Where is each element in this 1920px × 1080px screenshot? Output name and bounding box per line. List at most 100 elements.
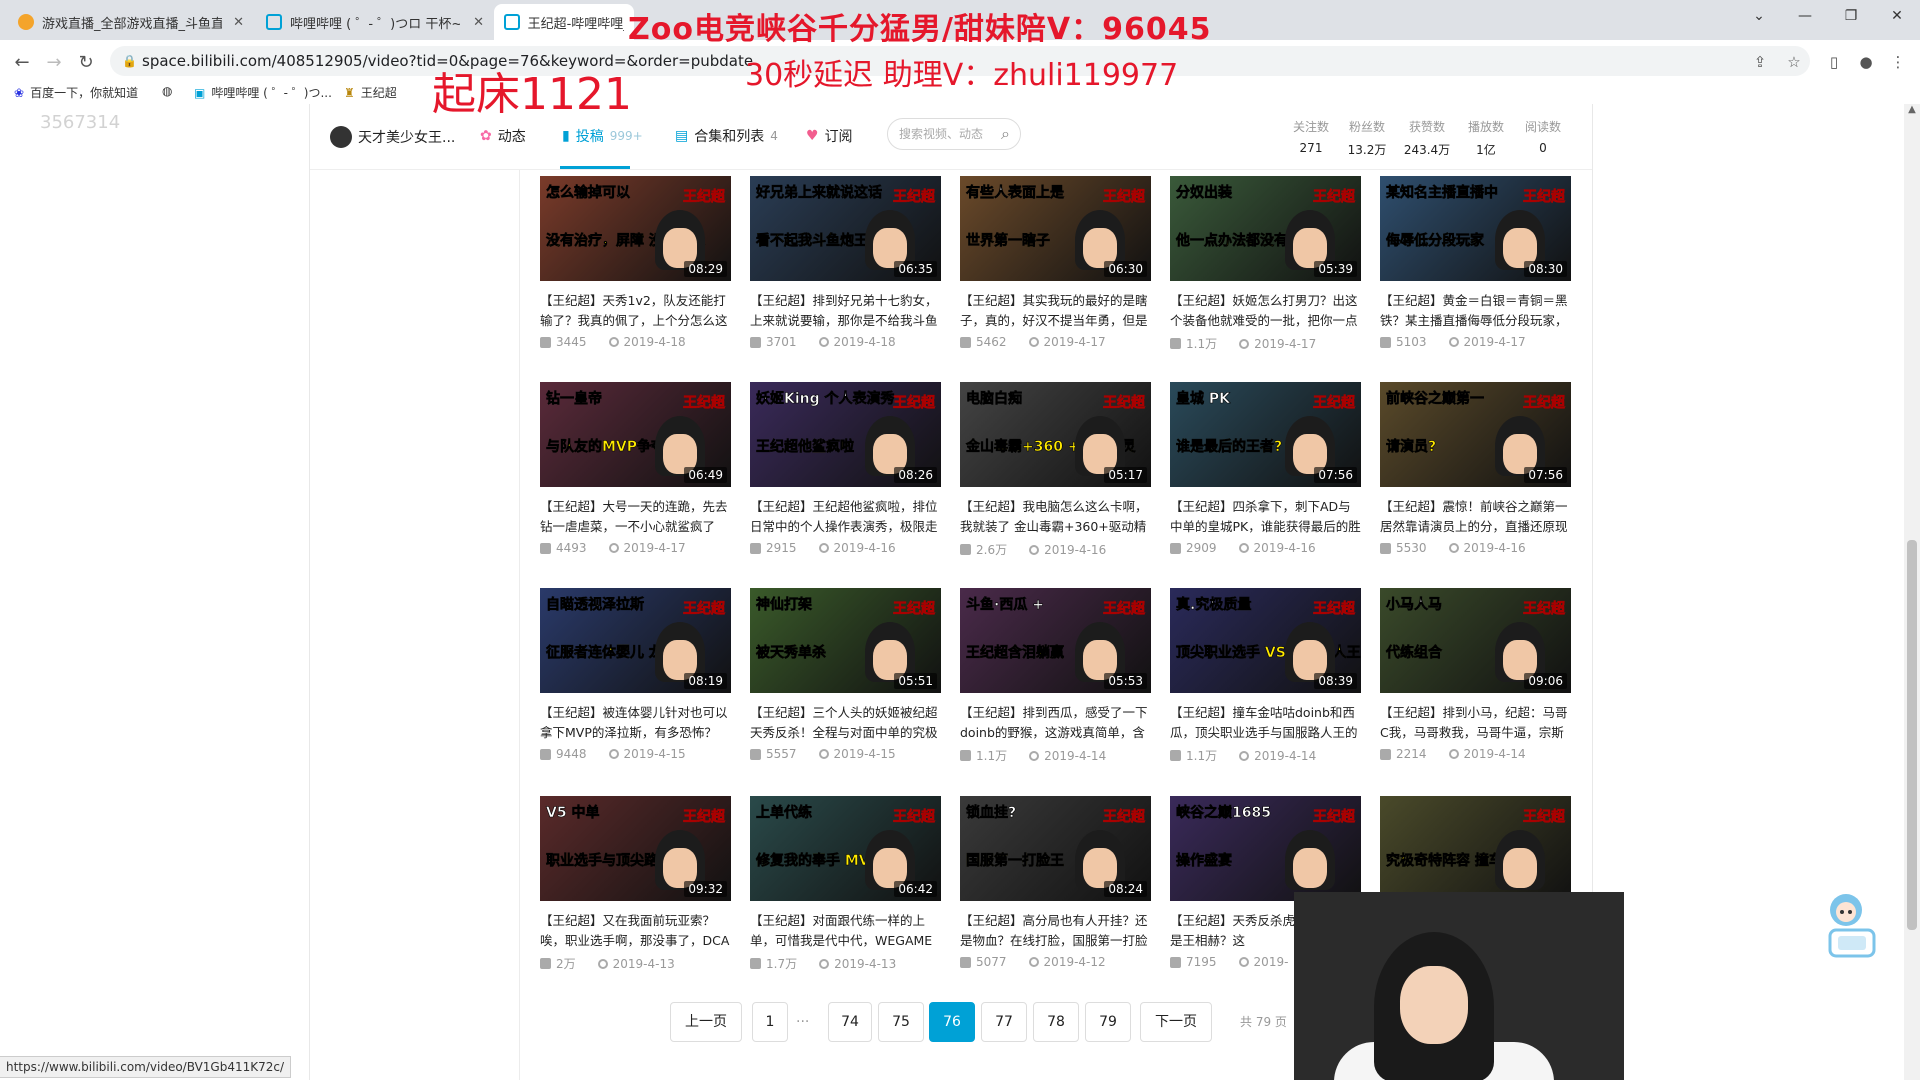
video-card[interactable]: 前峡谷之巅第一 请演员? 王纪超 07:56 【王纪超】震惊！前峡谷之巅第一居然… [1380,382,1571,555]
video-card[interactable]: 小马人马 代练组合 王纪超 09:06 【王纪超】排到小马，纪超：马哥C我，马哥… [1380,588,1571,761]
video-thumbnail[interactable]: 锁血挂? 国服第一打脸王 王纪超 08:24 [960,796,1151,901]
browser-tab-1[interactable]: 游戏直播_全部游戏直播_斗鱼直播 ✕ [8,4,254,40]
page-75-button[interactable]: 75 [878,1002,924,1042]
thumbnail-tag: 王纪超 [893,189,936,206]
video-thumbnail[interactable]: 小马人马 代练组合 王纪超 09:06 [1380,588,1571,693]
video-card[interactable]: 怎么输掉可以 没有治疗，屏障 没有秒表 王纪超 08:29 【王纪超】天秀1v2… [540,176,731,349]
stat-fans[interactable]: 粉丝数 13.2万 [1343,118,1391,158]
video-title[interactable]: 【王纪超】大号一天的连跪，先去钻一虐虐菜，一不小心就鲨疯了 [540,497,731,537]
reload-icon[interactable]: ↻ [72,48,100,76]
page-1-button[interactable]: 1 [752,1002,788,1042]
tab-list-chevron-icon[interactable]: ⌄ [1736,0,1782,32]
video-title[interactable]: 【王纪超】其实我玩的最好的是瞎子，真的，好汉不提当年勇，但是 [960,291,1151,331]
video-thumbnail[interactable]: 自瞄透视泽拉斯 征服者连体婴儿 龙王 王纪超 08:19 [540,588,731,693]
video-thumbnail[interactable]: 怎么输掉可以 没有治疗，屏障 没有秒表 王纪超 08:29 [540,176,731,281]
video-thumbnail[interactable]: 妖姬King 个人表演秀 王纪超他鲨疯啦 王纪超 08:26 [750,382,941,487]
video-thumbnail[interactable]: 某知名主播直播中 侮辱低分段玩家 王纪超 08:30 [1380,176,1571,281]
minimize-button[interactable]: — [1782,0,1828,32]
scrollbar-thumb[interactable] [1907,540,1917,930]
bookmark-bilibili[interactable]: ▣ 哔哩哔哩 ( ゜- ゜)つ... [194,84,332,101]
page-79-button[interactable]: 79 [1085,1002,1131,1042]
video-title[interactable]: 【王纪超】三个人头的妖姬被纪超天秀反杀！全程与对面中单的究极 [750,703,941,743]
page-77-button[interactable]: 77 [981,1002,1027,1042]
tab-close-icon[interactable]: ✕ [473,15,484,30]
video-title[interactable]: 【王纪超】震惊！前峡谷之巅第一居然靠请演员上的分，直播还原现 [1380,497,1571,537]
video-title[interactable]: 【王纪超】妖姬怎么打男刀？出这个装备他就难受的一批，把你一点 [1170,291,1361,331]
page-74-button[interactable]: 74 [828,1002,872,1042]
video-thumbnail[interactable]: 好兄弟上来就说这话 看不起我斗鱼炮王？ 王纪超 06:35 [750,176,941,281]
video-title[interactable]: 【王纪超】被连体婴儿针对也可以拿下MVP的泽拉斯，有多恐怖？ [540,703,731,743]
video-thumbnail[interactable]: 有些人表面上是 世界第一瞎子 王纪超 06:30 [960,176,1151,281]
video-thumbnail[interactable]: 分奴出装 他一点办法都没有 王纪超 05:39 [1170,176,1361,281]
scroll-up-arrow-icon[interactable]: ▲ [1905,104,1919,118]
next-page-button[interactable]: 下一页 [1140,1002,1212,1042]
browser-tab-2[interactable]: 哔哩哔哩 ( ゜- ゜)つロ 干杯~-bili ✕ [256,4,494,40]
video-title[interactable]: 【王纪超】又在我面前玩亚索？唉，职业选手啊，那没事了，DCA [540,911,731,951]
video-card[interactable]: 某知名主播直播中 侮辱低分段玩家 王纪超 08:30 【王纪超】黄金＝白银＝青铜… [1380,176,1571,349]
video-thumbnail[interactable]: 斗鱼·西瓜 + 王纪超含泪躺赢 王纪超 05:53 [960,588,1151,693]
menu-dots-icon[interactable]: ⋮ [1884,48,1912,76]
video-title[interactable]: 【王纪超】王纪超他鲨疯啦，排位日常中的个人操作表演秀，极限走 [750,497,941,537]
video-card[interactable]: 真.究极质量 顶尖职业选手 VS 国服路人王 王纪超 08:39 【王纪超】撞车… [1170,588,1361,764]
video-thumbnail[interactable]: 皇城 PK 谁是最后的王者? 王纪超 07:56 [1170,382,1361,487]
video-title[interactable]: 【王纪超】四杀拿下，刺下AD与中单的皇城PK，谁能获得最后的胜 [1170,497,1361,537]
stat-following[interactable]: 关注数 271 [1287,118,1335,155]
nav-tab-collections[interactable]: ▤ 合集和列表 4 [675,126,778,146]
nav-tab-dynamic[interactable]: ✿ 动态 [480,126,526,146]
video-thumbnail[interactable]: 究极奇特阵容 撞车古手羽 王纪超 [1380,796,1571,901]
video-title[interactable]: 【王纪超】黄金＝白银＝青铜＝黑铁？某主播直播侮辱低分段玩家， [1380,291,1571,331]
bookmark-star-icon[interactable]: ☆ [1780,48,1808,76]
video-card[interactable]: 分奴出装 他一点办法都没有 王纪超 05:39 【王纪超】妖姬怎么打男刀？出这个… [1170,176,1361,352]
thumbnail-tag: 王纪超 [1313,395,1356,412]
bookmark-wangjichao[interactable]: ♜ 王纪超 [344,84,397,101]
video-title[interactable]: 【王纪超】天秀1v2，队友还能打输了？我真的佩了，上个分怎么这么 [540,291,731,331]
back-arrow-icon[interactable]: ← [8,48,36,76]
video-title[interactable]: 【王纪超】我电脑怎么这么卡啊，我就装了 金山毒霸+360+驱动精灵 [960,497,1151,537]
bookmark-globe[interactable]: ◍ [162,84,172,98]
video-title[interactable]: 【王纪超】高分局也有人开挂？还是物血？在线打脸，国服第一打脸 [960,911,1151,951]
forward-arrow-icon[interactable]: → [40,48,68,76]
sidebar-icon[interactable]: ▯ [1820,48,1848,76]
video-card[interactable]: 有些人表面上是 世界第一瞎子 王纪超 06:30 【王纪超】其实我玩的最好的是瞎… [960,176,1151,349]
video-card[interactable]: 神仙打架 被天秀单杀 王纪超 05:51 【王纪超】三个人头的妖姬被纪超天秀反杀… [750,588,941,761]
nav-tab-subscribe[interactable]: ♥ 订阅 [806,126,853,146]
video-thumbnail[interactable]: 前峡谷之巅第一 请演员? 王纪超 07:56 [1380,382,1571,487]
video-card[interactable]: V5 中单 职业选手与顶尖路人 王纪超 09:32 【王纪超】又在我面前玩亚索？… [540,796,731,972]
browser-tab-3[interactable]: 王纪超-哔哩哔哩_Bi [494,4,634,40]
video-card[interactable]: 好兄弟上来就说这话 看不起我斗鱼炮王？ 王纪超 06:35 【王纪超】排到好兄弟… [750,176,941,349]
video-card[interactable]: 皇城 PK 谁是最后的王者? 王纪超 07:56 【王纪超】四杀拿下，刺下AD与… [1170,382,1361,555]
video-thumbnail[interactable]: 真.究极质量 顶尖职业选手 VS 国服路人王 王纪超 08:39 [1170,588,1361,693]
nav-tab-uploads[interactable]: ▮ 投稿 999+ [562,126,643,146]
video-title[interactable]: 【王纪超】撞车金咕咕doinb和西瓜，顶尖职业选手与国服路人王的 [1170,703,1361,743]
video-thumbnail[interactable]: 神仙打架 被天秀单杀 王纪超 05:51 [750,588,941,693]
video-card[interactable]: 斗鱼·西瓜 + 王纪超含泪躺赢 王纪超 05:53 【王纪超】排到西瓜，感受了一… [960,588,1151,764]
video-card[interactable]: 妖姬King 个人表演秀 王纪超他鲨疯啦 王纪超 08:26 【王纪超】王纪超他… [750,382,941,555]
nav-user[interactable]: 天才美少女王... [330,126,455,148]
video-card[interactable]: 自瞄透视泽拉斯 征服者连体婴儿 龙王 王纪超 08:19 【王纪超】被连体婴儿针… [540,588,731,761]
video-title[interactable]: 【王纪超】排到小马，纪超：马哥C我，马哥救我，马哥牛逼，宗斯马 [1380,703,1571,743]
video-thumbnail[interactable]: V5 中单 职业选手与顶尖路人 王纪超 09:32 [540,796,731,901]
video-title[interactable]: 【王纪超】排到西瓜，感受了一下doinb的野猴，这游戏真简单，含泪 [960,703,1151,743]
video-thumbnail[interactable]: 上单代练 修复我的奉手 MVP拿下 王纪超 06:42 [750,796,941,901]
bookmark-baidu[interactable]: ❀ 百度一下，你就知道 [14,84,138,101]
profile-icon[interactable]: ● [1852,48,1880,76]
video-thumbnail[interactable]: 电脑白痴 金山毒霸+360 +驱动精灵 王纪超 05:17 [960,382,1151,487]
tab-close-icon[interactable]: ✕ [233,15,244,30]
video-card[interactable]: 钻一皇帝 与队友的MVP争夺战 王纪超 06:49 【王纪超】大号一天的连跪，先… [540,382,731,555]
video-thumbnail[interactable]: 峡谷之巅1685 操作盛宴 王纪超 [1170,796,1361,901]
video-card[interactable]: 锁血挂? 国服第一打脸王 王纪超 08:24 【王纪超】高分局也有人开挂？还是物… [960,796,1151,969]
share-icon[interactable]: ⇪ [1746,48,1774,76]
video-card[interactable]: 电脑白痴 金山毒霸+360 +驱动精灵 王纪超 05:17 【王纪超】我电脑怎么… [960,382,1151,558]
prev-page-button[interactable]: 上一页 [670,1002,742,1042]
video-card[interactable]: 上单代练 修复我的奉手 MVP拿下 王纪超 06:42 【王纪超】对面跟代练一样… [750,796,941,972]
search-icon[interactable]: ⌕ [1001,119,1010,149]
video-title[interactable]: 【王纪超】排到好兄弟十七豹女，上来就说要输，那你是不给我斗鱼 [750,291,941,331]
page-76-button[interactable]: 76 [929,1002,975,1042]
video-title[interactable]: 【王纪超】对面跟代练一样的上单，可惜我是代中代，WEGAME就 [750,911,941,951]
close-window-button[interactable]: ✕ [1874,0,1920,32]
page-78-button[interactable]: 78 [1033,1002,1079,1042]
restore-button[interactable]: ❐ [1828,0,1874,32]
video-thumbnail[interactable]: 钻一皇帝 与队友的MVP争夺战 王纪超 06:49 [540,382,731,487]
search-input[interactable]: 搜索视频、动态 ⌕ [887,118,1021,150]
bilibili-mascot-icon[interactable] [1818,888,1882,968]
